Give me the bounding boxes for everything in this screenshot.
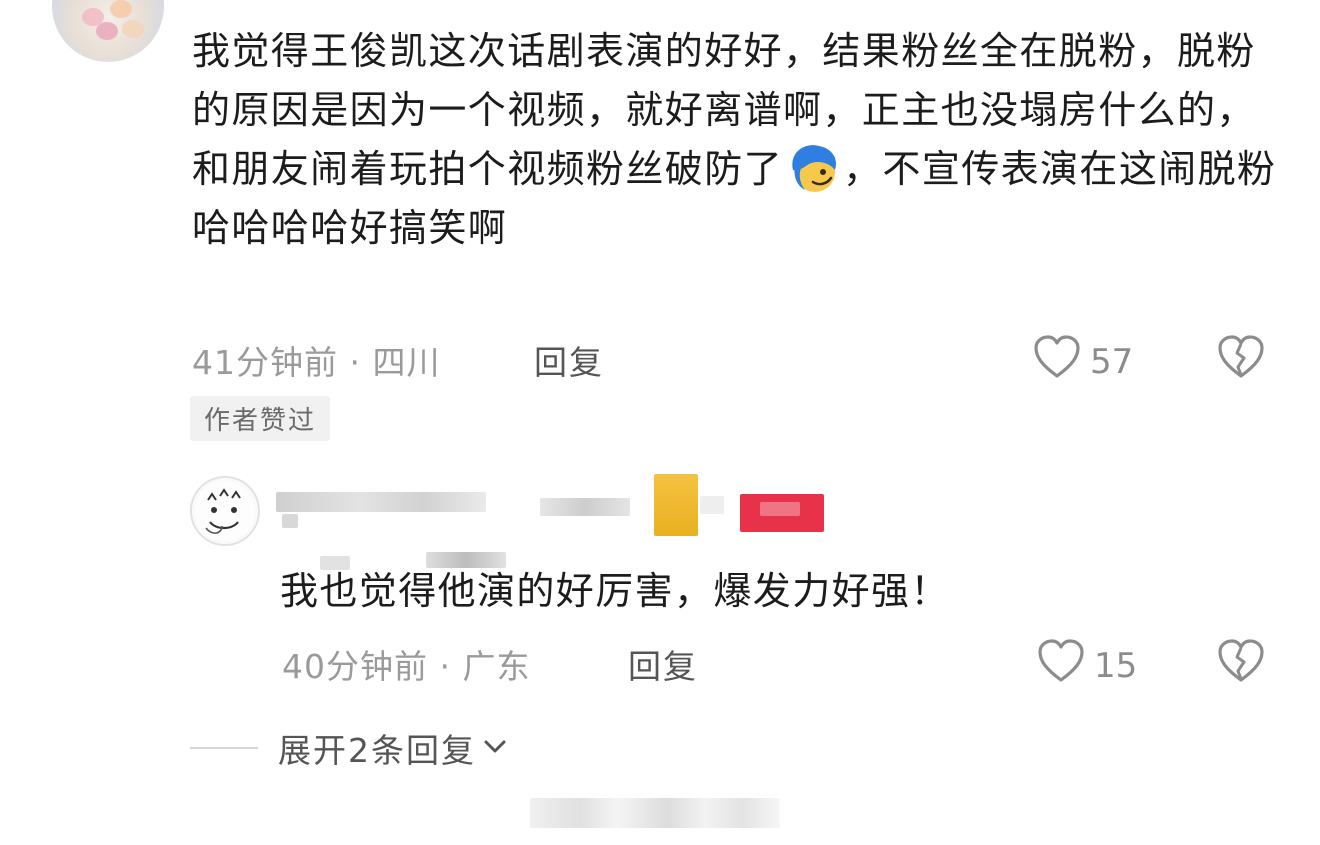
comment-like-count: 57 (1090, 341, 1134, 382)
smirk-emoji-icon (783, 142, 841, 194)
comment-like-button[interactable]: 57 (1032, 334, 1133, 389)
reply-like-count: 15 (1094, 645, 1138, 686)
replier-avatar[interactable] (190, 476, 260, 546)
expand-divider (190, 747, 258, 749)
author-liked-badge: 作者赞过 (190, 396, 331, 441)
broken-heart-icon (1216, 335, 1266, 384)
expand-replies-button[interactable]: 展开2条回复 (190, 724, 508, 772)
reply-reply-button[interactable]: 回复 (628, 640, 698, 688)
comment-reply-button[interactable]: 回复 (534, 336, 604, 384)
expand-replies-label: 展开2条回复 (278, 731, 476, 770)
heart-icon (1032, 334, 1082, 389)
comment-time-location: 41分钟前 · 四川 (192, 343, 441, 382)
commenter-avatar[interactable] (52, 0, 164, 62)
comment-dislike-button[interactable] (1216, 334, 1266, 384)
chevron-down-icon (482, 736, 508, 760)
reply-time-location: 40分钟前 · 广东 (282, 647, 531, 686)
heart-icon (1036, 638, 1086, 693)
reply-dislike-button[interactable] (1216, 638, 1266, 688)
broken-heart-icon (1216, 639, 1266, 688)
reply-like-button[interactable]: 15 (1036, 638, 1137, 693)
comment-text: 我觉得王俊凯这次话剧表演的好好，结果粉丝全在脱粉，脱粉的原因是因为一个视频，就好… (192, 22, 1282, 258)
reply-text: 我也觉得他演的好厉害，爆发力好强！ (280, 569, 950, 613)
